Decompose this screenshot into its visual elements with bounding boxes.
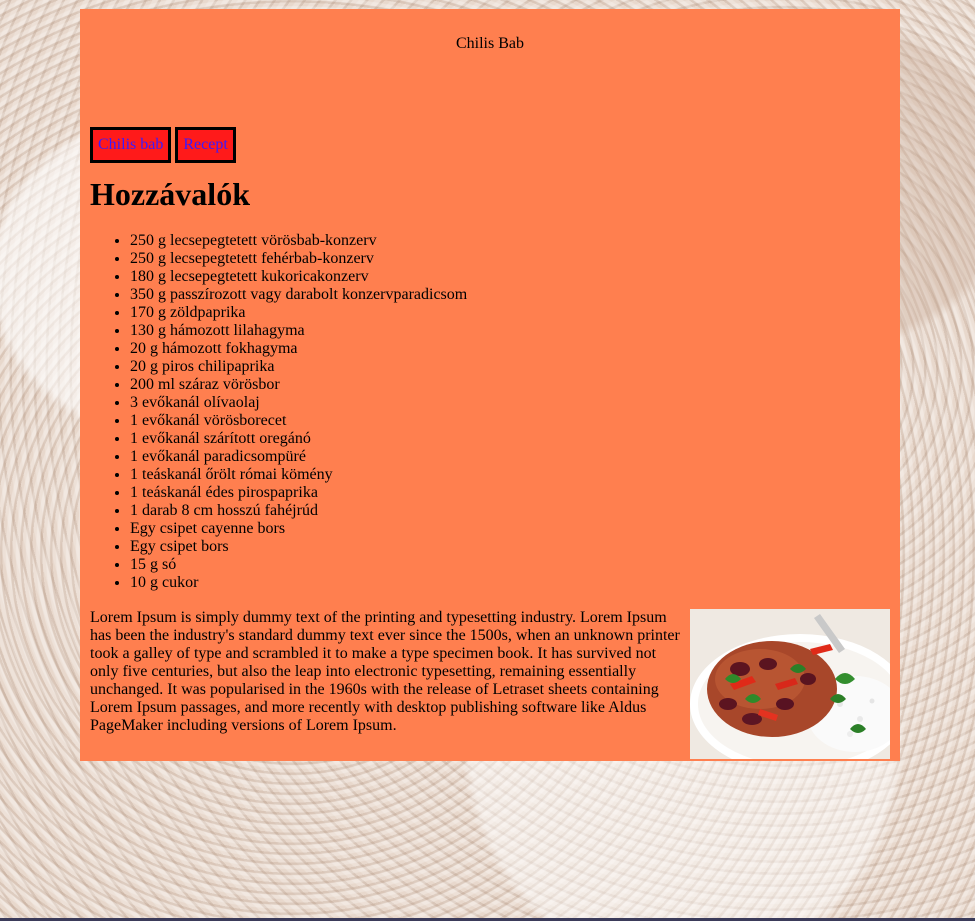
ingredients-list: 250 g lecsepegtetett vörösbab-konzerv 25… [90,232,467,592]
list-item: 130 g hámozott lilahagyma [130,322,467,340]
list-item: 1 teáskanál őrölt római kömény [130,466,467,484]
nav-menu: Chilis bab Recept [90,127,236,163]
list-item: 3 evőkanál olívaolaj [130,394,467,412]
list-item: 15 g só [130,556,467,574]
list-item: 180 g lecsepegtetett kukoricakonzerv [130,268,467,286]
nav-link-chilis-bab[interactable]: Chilis bab [90,127,172,163]
list-item: 1 evőkanál vörösborecet [130,412,467,430]
chili-dish-image [690,609,890,759]
chili-bowl-illustration [690,609,890,759]
list-item: 20 g piros chilipaprika [130,358,467,376]
list-item: 1 evőkanál szárított oregánó [130,430,467,448]
site-title: Chilis Bab [455,35,524,52]
nav-link-recept[interactable]: Recept [175,127,236,163]
list-item: 170 g zöldpaprika [130,304,467,322]
list-item: 250 g lecsepegtetett fehérbab-konzerv [130,250,467,268]
list-item: 350 g passzírozott vagy darabolt konzerv… [130,286,467,304]
page: { "site": { "title": "Chilis Bab" }, "na… [0,0,975,921]
list-item: 200 ml száraz vörösbor [130,376,467,394]
main-panel: Chilis Bab Chilis bab Recept Hozzávalók … [80,9,900,761]
list-item: 250 g lecsepegtetett vörösbab-konzerv [130,232,467,250]
list-item: Egy csipet cayenne bors [130,520,467,538]
list-item: 1 darab 8 cm hosszú fahéjrúd [130,502,467,520]
list-item: 10 g cukor [130,574,467,592]
recipe-content: Lorem Ipsum is simply dummy text of the … [90,609,890,759]
list-item: 20 g hámozott fokhagyma [130,340,467,358]
ingredients-heading: Hozzávalók [90,176,250,212]
list-item: Egy csipet bors [130,538,467,556]
list-item: 1 evőkanál paradicsompüré [130,448,467,466]
list-item: 1 teáskanál édes pirospaprika [130,484,467,502]
